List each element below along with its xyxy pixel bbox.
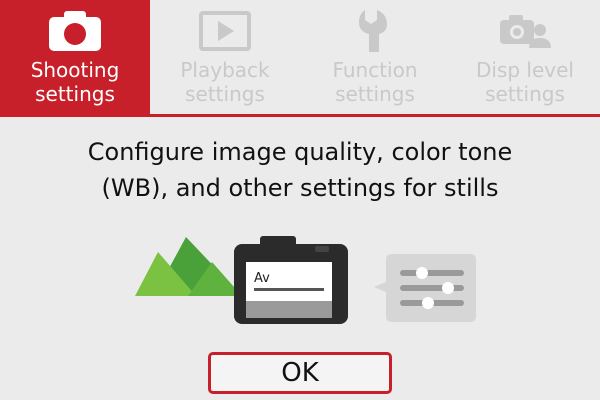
playback-icon [198, 0, 252, 58]
ok-button[interactable]: OK [208, 352, 392, 394]
shooting-illustration: Av [130, 232, 480, 328]
tab-label: Function settings [332, 58, 418, 106]
wrench-icon [357, 0, 393, 58]
camera-screen-mode: Av [254, 271, 270, 286]
tab-disp-level-settings[interactable]: Disp level settings [450, 0, 600, 114]
menu-guide-screen: Shooting settings Playback settings Func… [0, 0, 600, 400]
tab-playback-settings[interactable]: Playback settings [150, 0, 300, 114]
tab-description: Configure image quality, color tone (WB)… [87, 138, 513, 202]
tab-shooting-settings[interactable]: Shooting settings [0, 0, 150, 114]
camera-icon [46, 0, 104, 58]
settings-sliders-icon [374, 254, 476, 322]
tab-label: Playback settings [180, 58, 270, 106]
camera-user-icon [498, 0, 552, 58]
mountains-icon [135, 237, 242, 296]
tab-function-settings[interactable]: Function settings [300, 0, 450, 114]
tab-label: Disp level settings [476, 58, 574, 106]
settings-tab-bar: Shooting settings Playback settings Func… [0, 0, 600, 117]
tab-label: Shooting settings [30, 58, 120, 106]
camera-back-icon: Av [234, 236, 348, 324]
